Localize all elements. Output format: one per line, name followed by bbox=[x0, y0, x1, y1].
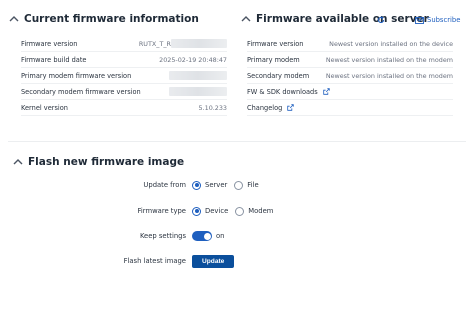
firmware-type-device-radio[interactable]: Device bbox=[192, 206, 229, 216]
radio-label: Device bbox=[205, 207, 229, 215]
firmware-type-group: Device Modem bbox=[192, 204, 280, 218]
available-fw-title: Firmware available on server bbox=[256, 13, 429, 25]
update-from-file-radio[interactable]: File bbox=[234, 180, 259, 190]
mail-icon bbox=[415, 16, 424, 24]
link-label: FW & SDK downloads bbox=[247, 87, 318, 96]
row-label: Firmware build date bbox=[21, 55, 87, 64]
chevron-up-icon bbox=[241, 16, 251, 22]
flash-latest-group: Update bbox=[192, 254, 235, 268]
row-label: Primary modem firmware version bbox=[21, 71, 132, 80]
row-label: Secondary modem firmware version bbox=[21, 87, 141, 96]
flash-fw-header[interactable]: Flash new firmware image bbox=[13, 156, 184, 168]
subscribe-link[interactable]: Subscribe bbox=[415, 16, 460, 24]
keep-settings-label: Keep settings bbox=[139, 232, 186, 240]
row-label: Primary modem bbox=[247, 55, 300, 64]
current-fw-row: Primary modem firmware version bbox=[21, 68, 227, 84]
refresh-icon[interactable] bbox=[377, 16, 385, 24]
radio-unselected-icon bbox=[234, 180, 244, 190]
redacted-value bbox=[169, 71, 227, 80]
flash-latest-label: Flash latest image bbox=[123, 257, 186, 265]
radio-label: Server bbox=[205, 181, 228, 189]
current-fw-row: Secondary modem firmware version bbox=[21, 84, 227, 100]
current-fw-row: Firmware version RUTX_T_R bbox=[21, 36, 227, 52]
chevron-up-icon bbox=[9, 16, 19, 22]
current-fw-row: Kernel version 5.10.233 bbox=[21, 100, 227, 116]
current-fw-header[interactable]: Current firmware information bbox=[9, 13, 199, 25]
radio-unselected-icon bbox=[235, 206, 245, 216]
external-link-icon bbox=[287, 104, 294, 111]
current-fw-title: Current firmware information bbox=[24, 13, 199, 25]
row-value: Newest version installed on the modem bbox=[325, 71, 453, 80]
radio-selected-icon bbox=[192, 180, 201, 190]
flash-fw-title: Flash new firmware image bbox=[28, 156, 185, 168]
firmware-type-modem-radio[interactable]: Modem bbox=[235, 206, 274, 216]
row-label: Firmware version bbox=[21, 39, 78, 48]
available-fw-header[interactable]: Firmware available on server bbox=[241, 13, 429, 25]
subscribe-label: Subscribe bbox=[427, 16, 461, 24]
update-from-group: Server File bbox=[192, 178, 266, 192]
available-fw-row: Secondary modem Newest version installed… bbox=[247, 68, 453, 84]
radio-selected-icon bbox=[192, 206, 201, 216]
update-button[interactable]: Update bbox=[192, 254, 235, 268]
radio-label: Modem bbox=[248, 207, 274, 215]
row-value: Newest version installed on the modem bbox=[325, 55, 453, 64]
external-link-icon bbox=[322, 88, 330, 95]
available-fw-row: Firmware version Newest version installe… bbox=[247, 36, 453, 52]
row-value: 5.10.233 bbox=[198, 103, 227, 112]
update-from-server-radio[interactable]: Server bbox=[192, 180, 228, 190]
redacted-value bbox=[169, 87, 227, 96]
available-fw-row: Primary modem Newest version installed o… bbox=[247, 52, 453, 68]
row-label: Secondary modem bbox=[247, 71, 310, 80]
link-label: Changelog bbox=[247, 103, 283, 112]
fw-sdk-downloads-link[interactable]: FW & SDK downloads bbox=[247, 84, 453, 100]
row-value: RUTX_T_R bbox=[138, 39, 171, 48]
keep-settings-group: on bbox=[192, 229, 224, 243]
update-from-label: Update from bbox=[143, 181, 186, 189]
current-fw-row: Firmware build date 2025-02-19 20:48:47 bbox=[21, 52, 227, 68]
changelog-link[interactable]: Changelog bbox=[247, 100, 453, 116]
keep-settings-state: on bbox=[216, 232, 225, 240]
chevron-up-icon bbox=[13, 159, 23, 165]
row-label: Firmware version bbox=[247, 39, 304, 48]
keep-settings-toggle[interactable] bbox=[192, 231, 212, 241]
row-label: Kernel version bbox=[21, 103, 68, 112]
firmware-type-label: Firmware type bbox=[137, 207, 187, 215]
section-divider bbox=[8, 141, 466, 142]
row-value: 2025-02-19 20:48:47 bbox=[159, 55, 227, 64]
redacted-value bbox=[171, 39, 227, 48]
radio-label: File bbox=[247, 181, 259, 189]
row-value: Newest version installed on the device bbox=[329, 39, 453, 48]
